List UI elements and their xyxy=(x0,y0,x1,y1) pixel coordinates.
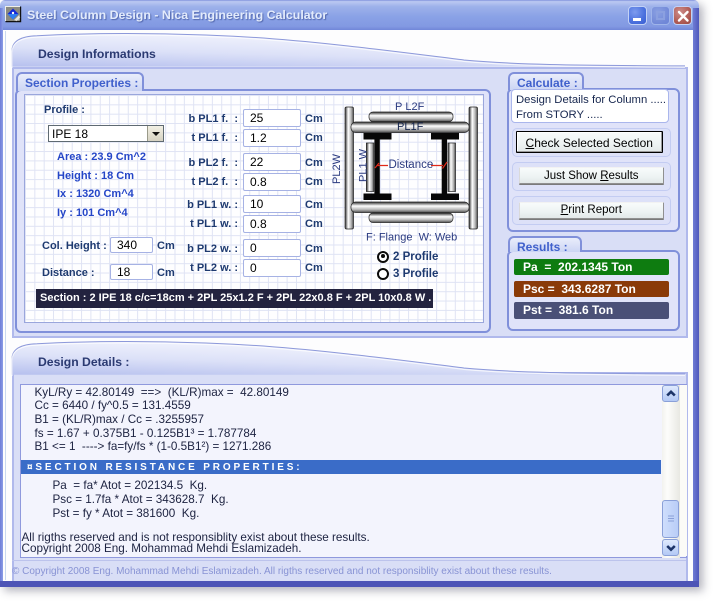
svg-text:P L2F: P L2F xyxy=(395,101,425,113)
svg-text:Distance: Distance xyxy=(389,159,434,171)
svg-text:PL1 W: PL1 W xyxy=(358,148,370,182)
svg-text:F: Flange W: Web: F: Flange W: Web xyxy=(366,232,457,244)
svg-text:PL2W: PL2W xyxy=(331,153,343,184)
svg-text:PL1F: PL1F xyxy=(397,121,424,133)
